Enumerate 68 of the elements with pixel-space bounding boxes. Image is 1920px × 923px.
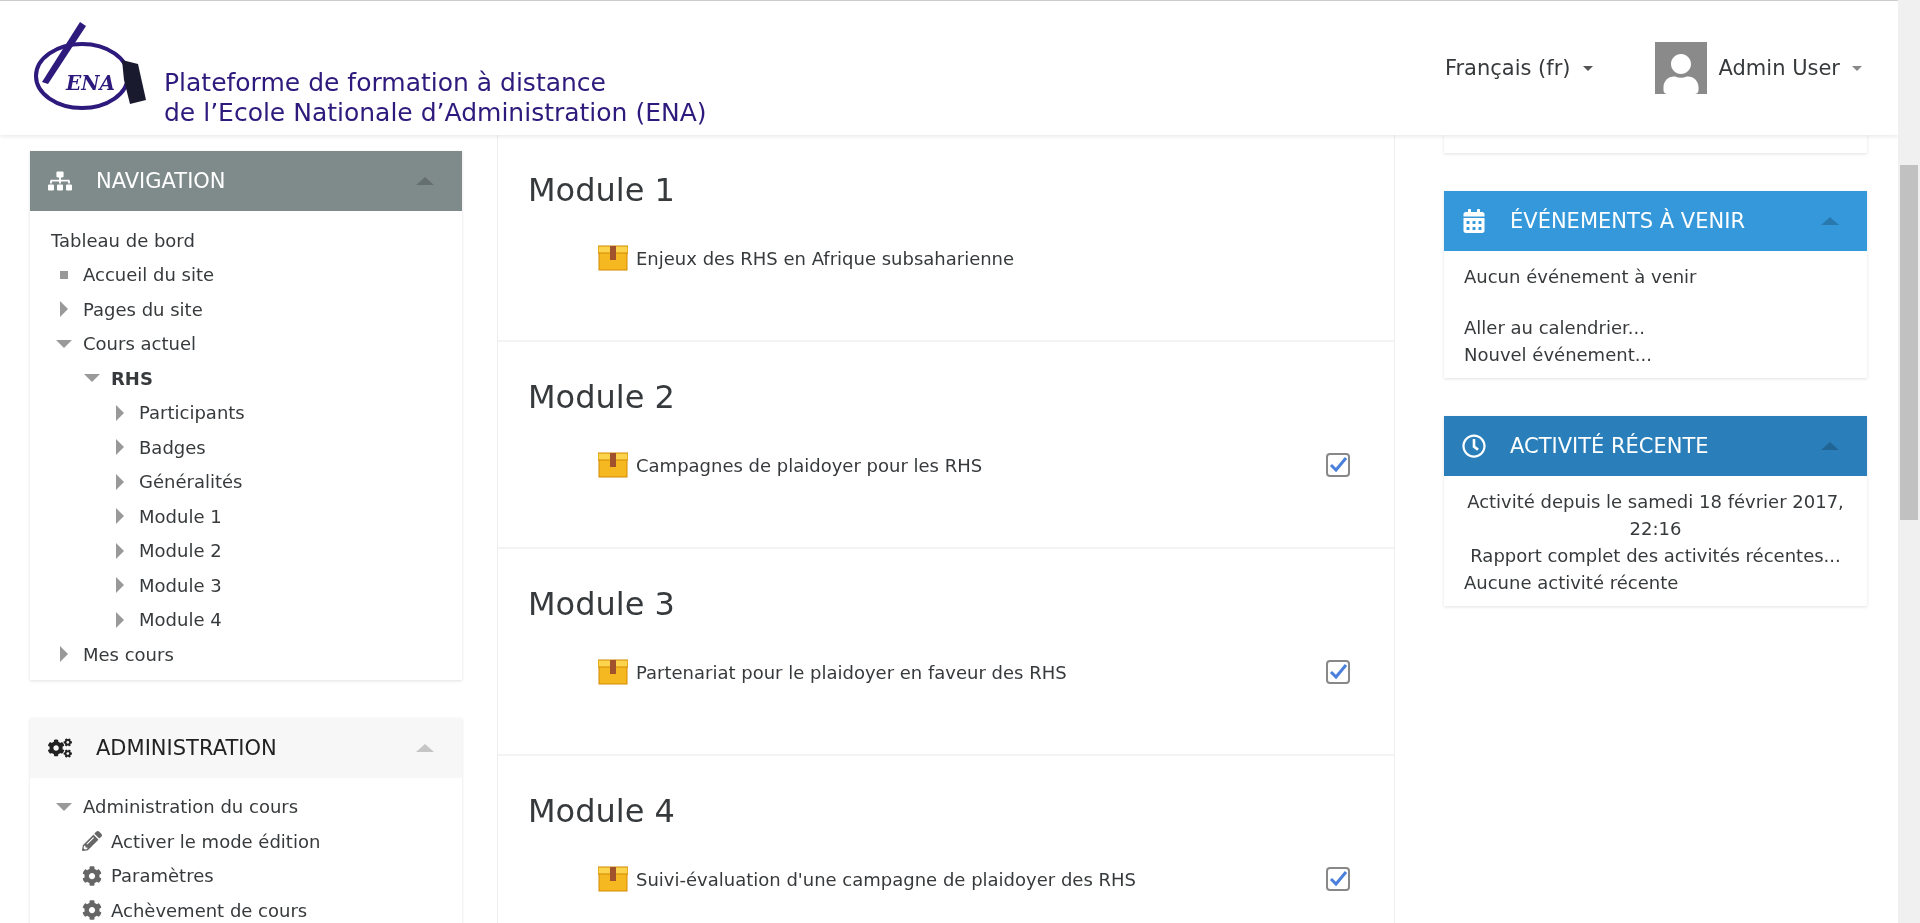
user-menu[interactable]: Admin User [1648,41,1868,95]
collapsed-icon[interactable] [116,439,124,456]
nav-item[interactable]: RHS [111,367,153,389]
info-text: Aucune activité récente [1464,571,1680,595]
nav-item[interactable]: Achèvement de cours [111,899,308,921]
completion-checkbox[interactable] [1326,867,1350,891]
nav-item[interactable]: Mes cours [83,643,174,665]
collapsed-icon[interactable] [116,508,124,525]
nav-item[interactable]: Activer le mode édition [111,830,321,852]
settings-icon [82,865,102,886]
expanded-icon[interactable] [84,374,100,383]
scrollbar-thumb[interactable] [1900,165,1918,520]
collapse-icon[interactable] [1821,217,1839,225]
nav-item[interactable]: Module 3 [139,574,222,596]
section-title: Module 4 [528,792,676,830]
pencil-icon [82,831,102,852]
bullet-icon [60,270,68,279]
block-link[interactable]: Nouvel événement... [1464,341,1847,368]
nav-item[interactable]: Accueil du site [83,264,215,286]
block-title: ACTIVITÉ RÉCENTE [1510,434,1710,458]
collapsed-icon[interactable] [116,473,124,490]
nav-item[interactable]: Tableau de bord [51,229,195,251]
package-icon [598,659,628,685]
section-title: Module 2 [528,378,676,416]
section-title: Module 3 [528,585,676,623]
block-link[interactable]: Rapport complet des activités récentes... [1464,542,1847,569]
nav-item[interactable]: Pages du site [83,298,203,320]
expanded-icon[interactable] [56,802,72,811]
collapse-icon[interactable] [416,177,434,185]
scrollbar[interactable] [1898,0,1920,923]
collapse-icon[interactable] [1821,442,1839,450]
nav-item[interactable]: Cours actuel [83,333,196,355]
nav-item[interactable]: Module 1 [139,505,222,527]
collapsed-icon[interactable] [116,542,124,559]
nav-item[interactable]: Paramètres [111,865,214,887]
completion-checkbox[interactable] [1326,660,1350,684]
info-text: Activité depuis le samedi 18 février 2017, 22:16 [1466,490,1845,541]
block-title: ADMINISTRATION [96,735,278,760]
language-menu[interactable]: Français (fr) [1438,55,1599,81]
activity-link[interactable]: Suivi-évaluation d'une campagne de plaidoyer des RHS [636,868,1326,890]
activity-link[interactable]: Partenariat pour le plaidoyer en faveur des RHS [636,661,1326,683]
expanded-icon[interactable] [56,339,72,348]
nav-item[interactable]: Module 2 [139,540,222,562]
block-title: ÉVÉNEMENTS À VENIR [1510,209,1746,233]
collapse-icon[interactable] [416,743,434,752]
activity-link[interactable]: Enjeux des RHS en Afrique subsaharienne [636,247,1350,269]
nav-item[interactable]: Participants [139,402,245,424]
nav-item[interactable]: Généralités [139,471,243,493]
collapsed-icon[interactable] [60,646,68,663]
avatar-icon [1654,42,1707,94]
collapsed-icon[interactable] [116,404,124,421]
block-link[interactable]: Aller au calendrier... [1464,314,1847,341]
section-title: Module 1 [528,171,676,209]
info-text: Aucun événement à venir [1464,265,1698,289]
collapsed-icon[interactable] [116,577,124,594]
nav-item[interactable]: Administration du cours [83,796,299,818]
package-icon [598,452,628,478]
nav-item[interactable]: Badges [139,436,206,458]
package-icon [598,245,628,271]
completion-checkbox[interactable] [1326,453,1350,477]
settings-icon [82,900,102,921]
collapsed-icon[interactable] [60,301,68,318]
block-title: NAVIGATION [96,169,227,193]
nav-item[interactable]: Module 4 [139,609,222,631]
collapsed-icon[interactable] [116,611,124,628]
site-title[interactable]: Plateforme de formation à distance de l’Ecole Nationale d’Administration (ENA) [164,68,707,128]
activity-link[interactable]: Campagnes de plaidoyer pour les RHS [636,454,1326,476]
package-icon [598,866,628,892]
